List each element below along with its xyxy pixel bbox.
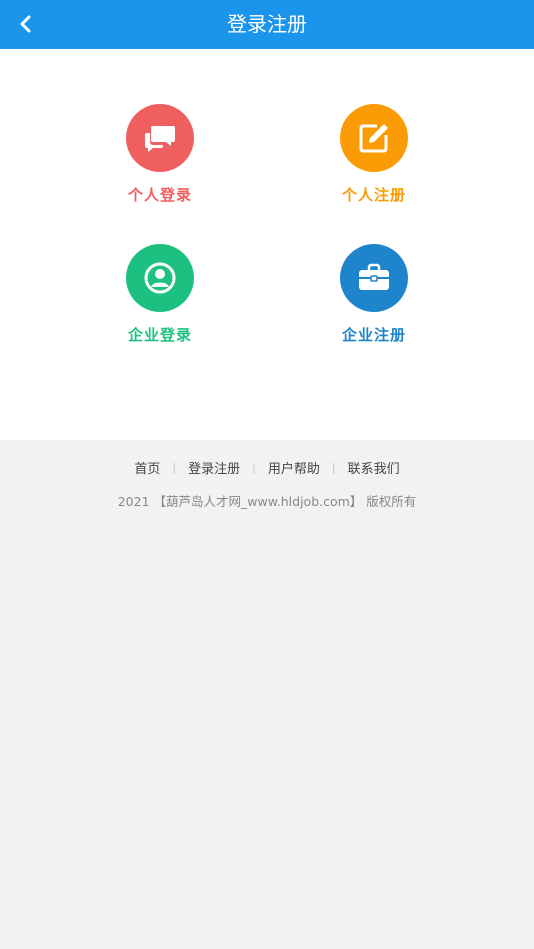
footer-link-help[interactable]: 用户帮助 xyxy=(268,458,320,477)
footer-link-contact[interactable]: 联系我们 xyxy=(348,458,400,477)
page-title: 登录注册 xyxy=(227,12,307,36)
company-register-label: 企业注册 xyxy=(341,326,406,344)
company-register-icon-circle xyxy=(340,244,408,312)
edit-icon xyxy=(359,124,388,153)
footer: 首页 | 登录注册 | 用户帮助 | 联系我们 2021 【葫芦岛人才网_www… xyxy=(0,440,534,949)
footer-separator: | xyxy=(172,461,177,474)
personal-login-tile[interactable]: 个人登录 xyxy=(90,104,230,224)
copyright-text: 2021 【葫芦岛人才网_www.hldjob.com】 版权所有 xyxy=(117,494,417,509)
company-login-icon-circle xyxy=(126,244,194,312)
personal-login-label: 个人登录 xyxy=(127,186,192,204)
personal-login-icon-circle xyxy=(126,104,194,172)
company-register-tile[interactable]: 企业注册 xyxy=(304,244,444,364)
footer-separator: | xyxy=(331,461,336,474)
footer-separator: | xyxy=(252,461,256,474)
company-login-label: 企业登录 xyxy=(127,326,192,344)
briefcase-icon xyxy=(359,263,389,290)
company-login-tile[interactable]: 企业登录 xyxy=(90,244,230,364)
footer-link-home[interactable]: 首页 xyxy=(134,458,160,477)
header-bar: 登录注册 xyxy=(0,0,534,49)
footer-link-login-register[interactable]: 登录注册 xyxy=(188,458,240,477)
personal-register-label: 个人注册 xyxy=(341,186,406,204)
user-icon xyxy=(144,262,176,294)
login-register-panel: 个人登录 个人注册 企业登录 企业注册 xyxy=(0,49,534,440)
chat-bubbles-icon xyxy=(145,126,175,152)
personal-register-tile[interactable]: 个人注册 xyxy=(304,104,444,224)
footer-links: 首页 | 登录注册 | 用户帮助 | 联系我们 xyxy=(0,458,534,477)
personal-register-icon-circle xyxy=(340,104,408,172)
